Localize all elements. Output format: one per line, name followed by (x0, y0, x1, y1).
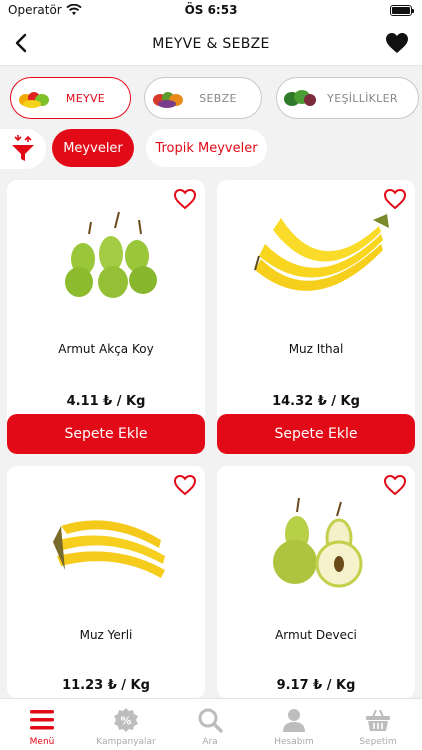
tab-bar: Menü % Kampanyalar Ara Hesabım Sepetim (0, 698, 422, 750)
pear-halved-image (273, 497, 363, 588)
subcategory-row: Meyveler Tropik Meyveler (0, 126, 422, 172)
search-icon (198, 708, 223, 733)
nav-bar: MEYVE & SEBZE (0, 22, 422, 66)
tab-menu[interactable]: Menü (0, 699, 84, 750)
product-card[interactable]: Muz Ithal 14.32 ₺ / Kg Sepete Ekle (217, 180, 415, 454)
tab-label: Hesabım (274, 737, 314, 747)
percent-badge-icon: % (114, 708, 138, 732)
product-card[interactable]: Muz Yerli 11.23 ₺ / Kg (7, 466, 205, 698)
filter-button[interactable] (0, 129, 46, 169)
menu-icon (30, 710, 54, 730)
vegetable-basket-icon (153, 92, 183, 108)
banana-bunch-image (254, 214, 389, 291)
battery-icon (390, 5, 414, 16)
product-name: Armut Deveci (275, 628, 357, 642)
product-card[interactable]: Armut Deveci 9.17 ₺ / Kg (217, 466, 415, 698)
tab-sepetim[interactable]: Sepetim (336, 699, 420, 750)
tab-label: Menü (29, 737, 55, 747)
category-row: MEYVE SEBZE YEŞİLLİKLER (0, 66, 422, 126)
product-name: Armut Akça Koy (58, 342, 154, 356)
product-name: Muz Yerli (79, 628, 133, 642)
tab-label: Sepetim (359, 737, 397, 747)
tab-hesabim[interactable]: Hesabım (252, 699, 336, 750)
subcategory-meyveler[interactable]: Meyveler (52, 129, 134, 167)
banana-bunch-small-image (53, 520, 165, 578)
greens-icon (284, 90, 316, 106)
status-time: ÖS 6:53 (184, 3, 238, 17)
heart-filled-icon (386, 33, 408, 53)
filter-sort-icon (12, 135, 34, 161)
category-tab-meyve[interactable]: MEYVE (10, 77, 131, 119)
tab-kampanyalar[interactable]: % Kampanyalar (84, 699, 168, 750)
favorites-button[interactable] (382, 28, 412, 58)
product-price: 14.32 ₺ / Kg (272, 394, 360, 409)
basket-icon (366, 709, 390, 731)
tab-ara[interactable]: Ara (168, 699, 252, 750)
svg-text:%: % (120, 715, 131, 728)
product-price: 9.17 ₺ / Kg (276, 678, 356, 693)
product-price: 11.23 ₺ / Kg (62, 678, 150, 693)
green-pears-image (65, 211, 157, 298)
category-tab-sebze[interactable]: SEBZE (144, 77, 262, 119)
category-tab-yesillikler[interactable]: YEŞİLLİKLER (276, 77, 419, 119)
tab-label: Ara (202, 737, 218, 747)
product-price: 4.11 ₺ / Kg (66, 394, 146, 409)
product-card[interactable]: Armut Akça Koy 4.11 ₺ / Kg Sepete Ekle (7, 180, 205, 454)
user-icon (283, 709, 305, 732)
add-to-cart-button[interactable]: Sepete Ekle (7, 414, 205, 454)
add-to-cart-button[interactable]: Sepete Ekle (217, 414, 415, 454)
status-bar: Operatör ÖS 6:53 (0, 0, 422, 22)
subcategory-tropik-meyveler[interactable]: Tropik Meyveler (146, 129, 267, 167)
page-title: MEYVE & SEBZE (152, 36, 270, 52)
fruit-basket-icon (19, 92, 49, 108)
product-name: Muz Ithal (288, 342, 344, 356)
tab-label: Kampanyalar (96, 737, 156, 747)
